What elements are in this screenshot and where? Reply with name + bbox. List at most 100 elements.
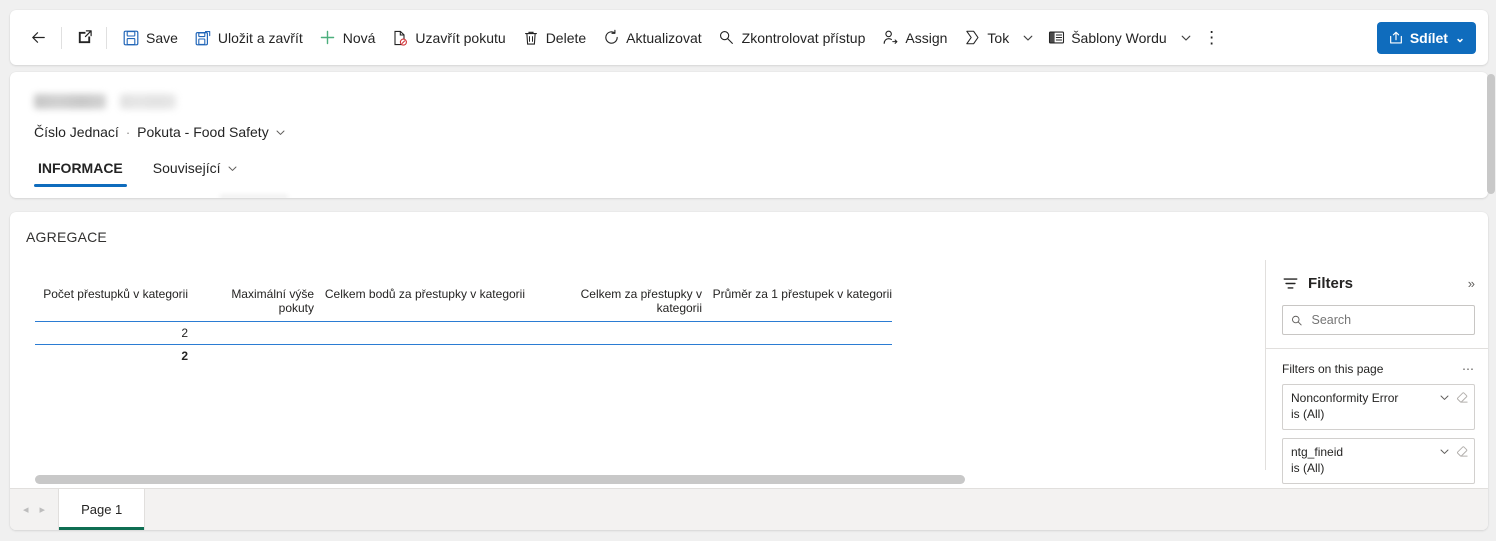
matrix-total-cell (188, 345, 314, 367)
word-templates-chevron-button[interactable] (1175, 21, 1197, 55)
chevron-down-icon[interactable] (1439, 446, 1450, 457)
chevrons-right-icon[interactable]: » (1468, 276, 1475, 291)
matrix-cell (525, 322, 702, 344)
report-page-tab-page-1[interactable]: Page 1 (58, 489, 146, 530)
matrix-cell (314, 322, 525, 344)
matrix-cell (702, 322, 892, 344)
matrix-visual: Počet přestupků v kategorii Maximální vý… (35, 287, 892, 367)
matrix-total-cell (702, 345, 892, 367)
flow-chevron-button[interactable] (1017, 21, 1039, 55)
filters-pane: Filters » Filters on this page ⋯ Nonco (1265, 260, 1488, 484)
filters-header: Filters » (1266, 260, 1488, 305)
check-access-button[interactable]: Zkontrolovat přístup (710, 21, 874, 55)
refresh-button-label: Aktualizovat (626, 29, 702, 46)
chevron-down-icon (276, 130, 285, 135)
record-header-card: Číslo Jednací · Pokuta - Food Safety INF… (10, 72, 1488, 198)
matrix-cell (188, 322, 314, 344)
word-templates-button[interactable]: Šablony Wordu (1039, 21, 1174, 55)
matrix-column-header-sorted[interactable]: Průměr za 1 přestupek v kategorii (702, 287, 892, 321)
assign-button-label: Assign (905, 29, 948, 46)
filters-section-label: Filters on this page ⋯ (1266, 349, 1488, 384)
matrix-total-cell (314, 345, 525, 367)
share-button[interactable]: Sdílet ⌄ (1376, 21, 1476, 54)
new-button[interactable]: Nová (311, 21, 384, 55)
eraser-icon[interactable] (1456, 391, 1469, 404)
refresh-button[interactable]: Aktualizovat (594, 21, 709, 55)
key-icon (718, 29, 736, 47)
close-fine-button[interactable]: Uzavřít pokutu (383, 21, 513, 55)
close-fine-label: Uzavřít pokutu (415, 29, 506, 46)
save-and-close-icon (194, 29, 212, 47)
command-bar: Save Uložit a zavřít Nová Uzavřít pokutu… (10, 10, 1488, 65)
report-page-footer: ◂ ▸ Page 1 (10, 488, 1488, 530)
breadcrumb-entity-label: Pokuta - Food Safety (137, 124, 269, 140)
plus-icon (319, 29, 337, 47)
tab-souvisejici[interactable]: Související (149, 160, 243, 187)
trash-icon (522, 29, 540, 47)
save-and-close-label: Uložit a zavřít (217, 29, 303, 46)
report-page-tab-label: Page 1 (81, 502, 123, 517)
breadcrumb-field-label: Číslo Jednací (34, 124, 119, 140)
header-edge-shadow (220, 194, 288, 198)
save-and-close-button[interactable]: Uložit a zavřít (186, 21, 311, 55)
toolbar-divider-1 (61, 26, 62, 49)
new-button-label: Nová (342, 29, 376, 46)
table-row[interactable]: 2 (35, 322, 892, 344)
matrix-column-header[interactable]: Celkem za přestupky v kategorii (525, 287, 702, 321)
tab-informace-label: INFORMACE (38, 160, 123, 176)
check-access-label: Zkontrolovat přístup (741, 29, 866, 46)
app-page: Save Uložit a zavřít Nová Uzavřít pokutu… (0, 0, 1496, 541)
matrix-cell: 2 (181, 326, 188, 340)
save-icon (122, 29, 140, 47)
matrix-column-header[interactable]: Celkem bodů za přestupky v kategorii (314, 287, 525, 321)
filters-section-more-button[interactable]: ⋯ (1462, 362, 1475, 376)
word-template-icon (1047, 29, 1065, 47)
open-in-new-window-icon (78, 30, 92, 44)
record-owner-redacted (120, 94, 176, 109)
report-section-title: AGREGACE (26, 229, 107, 245)
delete-button[interactable]: Delete (514, 21, 594, 55)
page-vertical-scrollbar[interactable] (1487, 74, 1495, 194)
back-button[interactable] (22, 22, 54, 54)
triangle-right-icon[interactable]: ▸ (40, 503, 46, 516)
refresh-icon (602, 29, 620, 47)
filters-search-box[interactable] (1282, 305, 1475, 335)
share-icon (1388, 30, 1404, 46)
filters-search-input[interactable] (1311, 313, 1466, 327)
matrix-total-row: 2 (35, 345, 892, 367)
breadcrumb-separator: · (125, 124, 131, 140)
report-card: AGREGACE Počet přestupků v kategorii Max… (10, 212, 1488, 530)
report-horizontal-scrollbar[interactable] (35, 475, 965, 484)
filter-card-value: is (All) (1291, 461, 1325, 475)
breadcrumb-entity-selector[interactable]: Pokuta - Food Safety (137, 124, 286, 140)
matrix-column-header[interactable]: Maximální výše pokuty (188, 287, 314, 321)
tab-souvisejici-label: Související (152, 160, 221, 176)
form-tabs: INFORMACE Související (34, 160, 242, 187)
flow-button[interactable]: Tok (955, 21, 1017, 55)
filters-title: Filters (1308, 275, 1354, 292)
share-button-label: Sdílet (1409, 29, 1448, 46)
filter-card-ntg-fineid[interactable]: ntg_fineid is (All) (1282, 438, 1475, 484)
chevron-down-icon (228, 166, 237, 171)
filter-icon (1283, 278, 1298, 289)
search-icon (1292, 315, 1302, 325)
chevron-down-icon (1181, 35, 1191, 41)
filter-card-value: is (All) (1291, 407, 1325, 421)
eraser-icon[interactable] (1456, 445, 1469, 458)
assign-button[interactable]: Assign (873, 21, 955, 55)
close-fine-icon (391, 29, 409, 47)
matrix-column-header[interactable]: Počet přestupků v kategorii (35, 287, 188, 321)
chevron-down-icon (1023, 35, 1033, 41)
filter-card-nonconformity-error[interactable]: Nonconformity Error is (All) (1282, 384, 1475, 430)
save-button[interactable]: Save (114, 21, 186, 55)
flow-icon (963, 29, 981, 47)
overflow-menu-button[interactable]: ⋮ (1197, 22, 1227, 54)
breadcrumb: Číslo Jednací · Pokuta - Food Safety (34, 124, 286, 140)
save-button-label: Save (146, 29, 178, 46)
filters-search-wrap (1266, 305, 1488, 348)
triangle-left-icon[interactable]: ◂ (23, 503, 29, 516)
chevron-down-icon[interactable] (1439, 392, 1450, 403)
open-in-new-window-button[interactable] (69, 23, 99, 53)
delete-button-label: Delete (545, 29, 587, 46)
tab-informace[interactable]: INFORMACE (34, 160, 127, 187)
